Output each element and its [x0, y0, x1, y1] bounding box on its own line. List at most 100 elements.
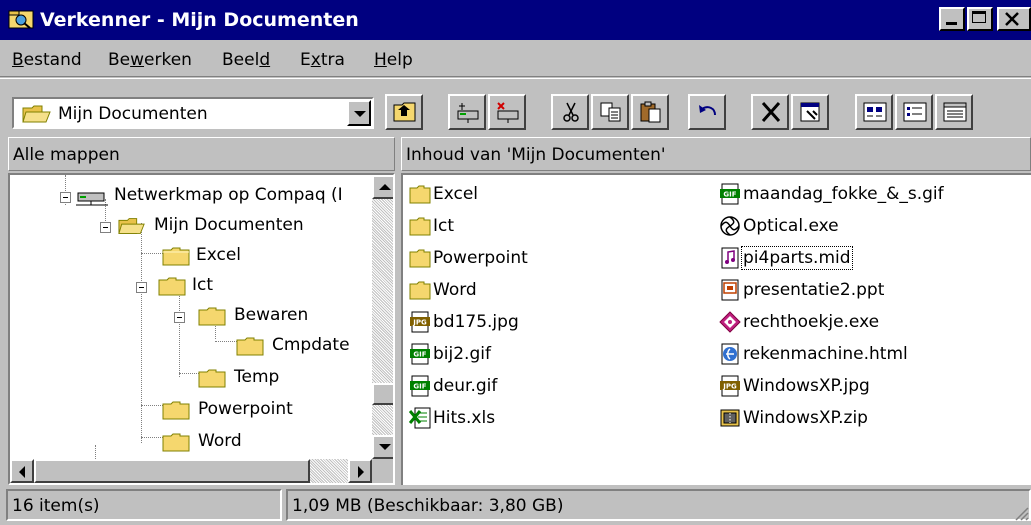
file-name: WindowsXP.zip [743, 408, 868, 428]
excel-file-icon [409, 407, 431, 429]
list-item-ict[interactable]: Ict [409, 211, 699, 241]
cut-button[interactable] [551, 94, 589, 130]
map-drive-button[interactable] [448, 94, 486, 130]
file-name: pi4parts.mid [741, 246, 853, 270]
large-icons-button[interactable] [855, 94, 893, 130]
up-folder-button[interactable] [385, 94, 423, 130]
tree-item-ict[interactable]: Ict [10, 271, 370, 299]
folder-icon [409, 281, 431, 300]
list-view-button[interactable] [895, 94, 933, 130]
collapse-toggle[interactable] [136, 282, 147, 293]
jpg-file-icon: JPG [720, 375, 740, 397]
collapse-toggle[interactable] [60, 192, 71, 203]
map-drive-icon [457, 103, 479, 123]
copy-button[interactable] [591, 94, 629, 130]
minimize-icon [946, 22, 957, 25]
paste-button[interactable] [631, 94, 669, 130]
menu-beeld[interactable]: Beeld [222, 50, 270, 70]
undo-button[interactable] [688, 94, 726, 130]
chevron-down-icon [354, 111, 366, 117]
tree-item-powerpoint[interactable]: Powerpoint [10, 395, 370, 423]
title-bar[interactable]: Verkenner - Mijn Documenten [0, 0, 1031, 40]
tree-label: Ict [192, 275, 214, 295]
tree-label: Excel [196, 245, 242, 265]
tree-item-temp[interactable]: Temp [10, 363, 370, 391]
gif-file-icon: GIF [720, 183, 740, 205]
disconnect-drive-button[interactable] [488, 94, 526, 130]
undo-icon [699, 105, 716, 116]
list-item-presentatie2-ppt[interactable]: presentatie2.ppt [719, 275, 1019, 305]
menu-bewerken[interactable]: Bewerken [108, 50, 192, 70]
details-view-button[interactable] [935, 94, 973, 130]
scroll-thumb[interactable] [372, 383, 393, 405]
scroll-down-button[interactable] [372, 435, 393, 459]
file-name: maandag_fokke_&_s.gif [743, 184, 944, 204]
svg-text:JPG: JPG [722, 383, 737, 391]
svg-text:GIF: GIF [413, 383, 426, 391]
folder-icon [198, 369, 226, 388]
tree-item-word[interactable]: Word [10, 427, 370, 455]
folder-icon [198, 307, 226, 326]
tree-horizontal-scrollbar[interactable] [10, 459, 372, 483]
folder-icon [409, 185, 431, 204]
list-item-bij2-gif[interactable]: GIF bij2.gif [409, 339, 699, 369]
cut-icon [563, 102, 579, 122]
tree-item-network-drive[interactable]: Netwerkmap op Compaq (I [10, 181, 370, 209]
scroll-up-button[interactable] [372, 175, 393, 199]
tree-vertical-scrollbar[interactable] [372, 175, 393, 459]
open-folder-icon [22, 105, 51, 123]
list-item-windowsxp-jpg[interactable]: JPG WindowsXP.jpg [719, 371, 1019, 401]
menu-help[interactable]: Help [374, 50, 413, 70]
menu-extra[interactable]: Extra [300, 50, 345, 70]
folders-pane-title: Alle mappen [13, 145, 120, 165]
folders-pane-header: Alle mappen [8, 137, 395, 171]
close-button[interactable] [997, 7, 1031, 31]
explorer-window: Verkenner - Mijn Documenten Bestand Bewe… [0, 0, 1031, 525]
address-dropdown-button[interactable] [347, 100, 371, 126]
folder-icon [158, 277, 186, 296]
delete-button[interactable] [751, 94, 789, 130]
properties-button[interactable] [791, 94, 829, 130]
midi-file-icon [721, 247, 739, 269]
resize-grip-icon[interactable] [1013, 505, 1029, 521]
tree-item-bewaren[interactable]: Bewaren [10, 301, 370, 329]
list-item-word[interactable]: Word [409, 275, 699, 305]
tree-item-mijn-documenten[interactable]: Mijn Documenten [10, 211, 370, 239]
list-item-rekenmachine-html[interactable]: rekenmachine.html [719, 339, 1019, 369]
status-size-text: 1,09 MB (Beschikbaar: 3,80 GB) [292, 496, 564, 516]
scroll-right-button[interactable] [348, 459, 372, 483]
maximize-button[interactable] [967, 7, 993, 31]
list-item-bd175-jpg[interactable]: JPG bd175.jpg [409, 307, 699, 337]
list-item-excel[interactable]: Excel [409, 179, 699, 209]
chevron-up-icon [379, 184, 391, 190]
svg-text:JPG: JPG [412, 319, 427, 327]
tree-label: Cmpdate [272, 335, 350, 355]
delete-icon [761, 102, 781, 122]
svg-text:GIF: GIF [413, 351, 426, 359]
pane-splitter[interactable] [396, 137, 400, 487]
folder-icon [236, 337, 264, 356]
chevron-down-icon [379, 444, 391, 450]
list-item-windowsxp-zip[interactable]: WindowsXP.zip [719, 403, 1019, 433]
list-item-powerpoint[interactable]: Powerpoint [409, 243, 699, 273]
tree-item-cmpdate[interactable]: Cmpdate [10, 331, 370, 359]
minimize-button[interactable] [939, 7, 965, 31]
tree-item-excel[interactable]: Excel [10, 241, 370, 269]
contents-pane-title: Inhoud van 'Mijn Documenten' [406, 145, 666, 165]
list-item-maandag-gif[interactable]: GIF maandag_fokke_&_s.gif [719, 179, 1019, 209]
address-combobox[interactable]: Mijn Documenten [12, 97, 374, 129]
list-item-hits-xls[interactable]: Hits.xls [409, 403, 699, 433]
menu-bestand[interactable]: Bestand [12, 50, 82, 70]
collapse-toggle[interactable] [100, 222, 111, 233]
list-item-rechthoekje-exe[interactable]: rechthoekje.exe [719, 307, 1019, 337]
file-name: Optical.exe [743, 216, 839, 236]
list-item-optical-exe[interactable]: Optical.exe [719, 211, 1019, 241]
scroll-left-button[interactable] [10, 459, 34, 483]
folder-icon [409, 217, 431, 236]
scroll-thumb[interactable] [34, 459, 310, 483]
list-item-pi4parts-mid[interactable]: pi4parts.mid [719, 243, 1019, 273]
list-item-deur-gif[interactable]: GIF deur.gif [409, 371, 699, 401]
collapse-toggle[interactable] [174, 312, 185, 323]
file-name: rekenmachine.html [743, 344, 908, 364]
file-name: presentatie2.ppt [743, 280, 885, 300]
